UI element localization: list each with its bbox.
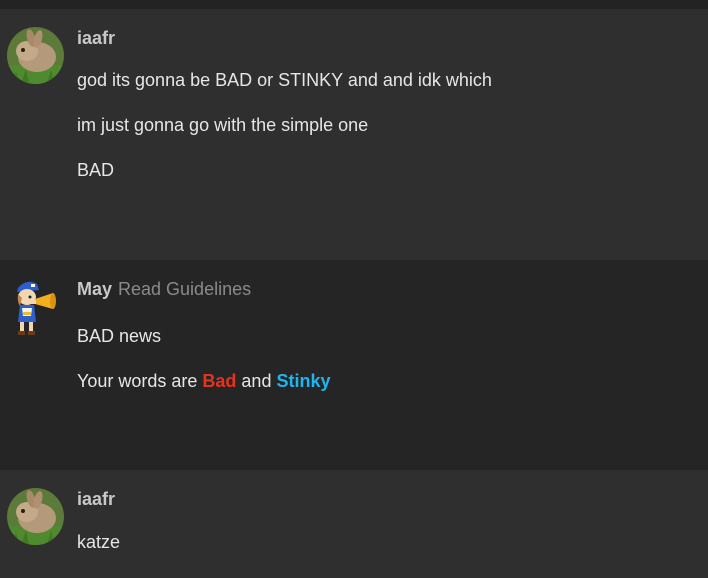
colored-word-bad: Bad — [202, 371, 237, 391]
colored-word-stinky: Stinky — [276, 371, 331, 391]
message-text-colored: Your words are Bad and Stinky — [77, 372, 697, 391]
chat-message: iaafr god its gonna be BAD or STINKY and… — [0, 9, 708, 260]
author-role: Read Guidelines — [118, 279, 252, 299]
mascot-megaphone-icon — [17, 281, 56, 335]
message-text: god its gonna be BAD or STINKY and and i… — [77, 70, 492, 90]
author-line: iaafr — [77, 28, 115, 48]
author-line: May Read Guidelines — [77, 279, 251, 299]
message-text: BAD — [77, 160, 115, 180]
chat-message: iaafr katze — [0, 470, 708, 565]
avatar[interactable] — [7, 27, 64, 84]
avatar[interactable] — [9, 278, 61, 338]
colored-prefix: Your words are — [77, 371, 203, 391]
message-text: im just gonna go with the simple one — [77, 115, 369, 135]
author-name[interactable]: iaafr — [77, 28, 115, 48]
author-line: iaafr — [77, 489, 115, 509]
colored-middle: and — [236, 371, 277, 391]
author-name[interactable]: iaafr — [77, 489, 115, 509]
avatar[interactable] — [7, 488, 64, 545]
message-body: katze — [77, 533, 697, 578]
message-text: BAD news — [77, 326, 162, 346]
author-name[interactable]: May — [77, 279, 112, 299]
message-body: BAD news Your words are Bad and Stinky — [77, 327, 697, 417]
message-body: god its gonna be BAD or STINKY and and i… — [77, 71, 697, 206]
bunny-avatar-icon — [7, 27, 64, 84]
message-text: katze — [77, 532, 121, 552]
bunny-avatar-icon — [7, 488, 64, 545]
top-bar — [0, 0, 708, 9]
chat-message: May Read Guidelines BAD news Your words a… — [0, 260, 708, 470]
